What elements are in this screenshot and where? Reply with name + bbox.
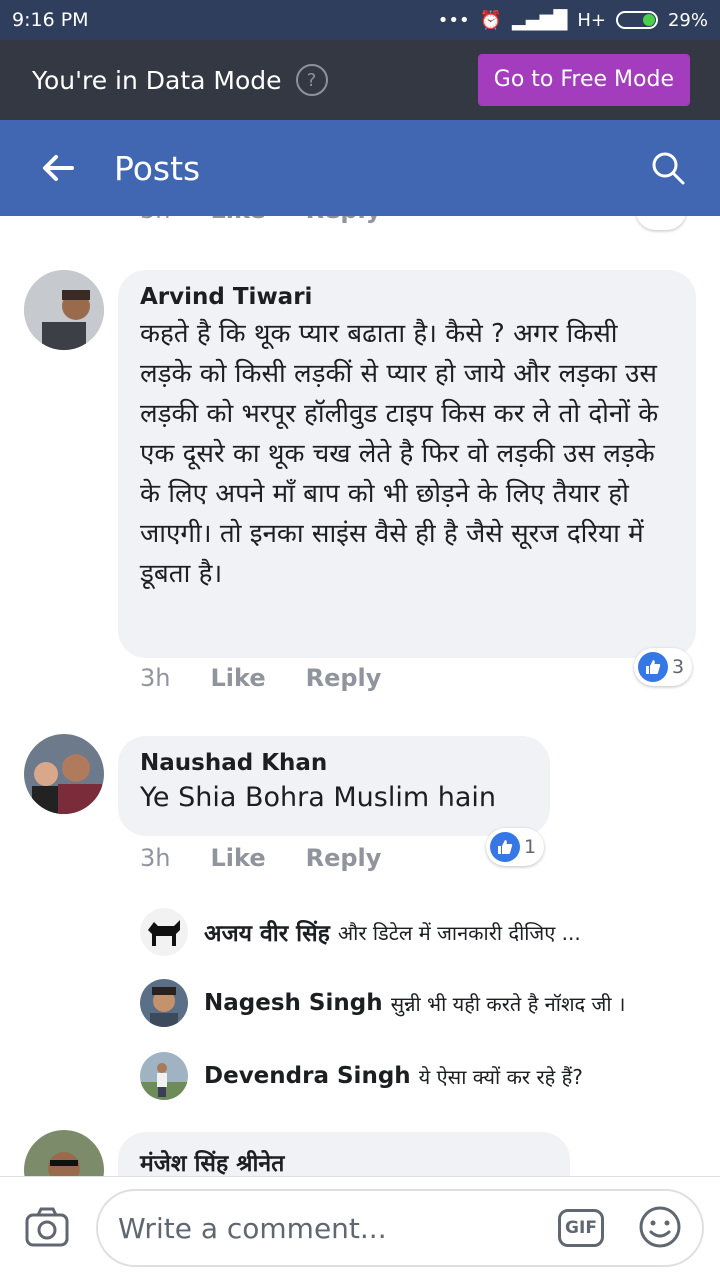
avatar-photo [24, 1130, 104, 1176]
page-title: Posts [114, 148, 201, 188]
reply-author[interactable]: अजय वीर सिंह [204, 916, 330, 948]
network-type: H+ [577, 9, 606, 31]
comment-text: कहते है कि थूक प्यार बढाता है। कैसे ? अग… [140, 319, 659, 589]
comment-time: 3h [140, 664, 171, 692]
comment-time: 3h [140, 844, 171, 872]
avatar-photo [24, 270, 104, 350]
reply-link[interactable]: Reply [306, 216, 382, 224]
like-icon [638, 652, 668, 682]
reply-author[interactable]: Devendra Singh [204, 1063, 411, 1089]
back-arrow-icon[interactable] [38, 148, 78, 188]
comment-meta: 3h Like Reply [140, 664, 381, 692]
avatar[interactable] [24, 1130, 104, 1176]
comment-author[interactable]: Arvind Tiwari [140, 284, 672, 310]
more-dots-icon: ••• [437, 9, 470, 31]
status-time: 9:16 PM [12, 9, 89, 31]
comment-input-placeholder: Write a comment... [118, 1211, 387, 1245]
reaction-badge[interactable]: 3 [634, 648, 693, 686]
reply-item[interactable]: Nagesh Singh सुन्नी भी यही करते है नॉशद … [140, 979, 700, 1027]
reply-item[interactable]: अजय वीर सिंह और डिटेल में जानकारी दीजिए … [140, 908, 700, 956]
comment-bubble[interactable]: Naushad Khan Ye Shia Bohra Muslim hain [118, 736, 550, 836]
camera-icon[interactable] [24, 1205, 70, 1249]
go-to-free-mode-button[interactable]: Go to Free Mode [477, 54, 690, 106]
reply-text: सुन्नी भी यही करते है नॉशद जी । [390, 991, 626, 1016]
help-icon[interactable]: ? [295, 64, 328, 96]
gif-icon[interactable]: GIF [558, 1209, 604, 1247]
comment-input[interactable]: Write a comment... GIF [96, 1189, 704, 1267]
emoji-icon[interactable] [638, 1205, 682, 1249]
comment-bubble[interactable]: Arvind Tiwari कहते है कि थूक प्यार बढाता… [118, 270, 696, 658]
status-icons: ••• ⏰ ▂▄▆█ H+ 29% [438, 10, 708, 31]
battery-icon [615, 11, 658, 29]
data-mode-text: You're in Data Mode [32, 65, 282, 95]
comment-author[interactable]: मंजेश सिंह श्रीनेत [140, 1146, 546, 1176]
search-icon[interactable] [648, 148, 688, 188]
comment-text: Ye Shia Bohra Muslim hain [140, 782, 496, 813]
reaction-badge[interactable] [636, 216, 686, 230]
comment-time: 3h [140, 216, 170, 224]
reaction-count: 1 [524, 836, 537, 858]
reply-item[interactable]: Devendra Singh ये ऐसा क्यों कर रहे हैं? [140, 1052, 700, 1100]
data-mode-bar: You're in Data Mode ? Go to Free Mode [0, 40, 720, 120]
comment-meta: 3h Like Reply [140, 844, 381, 872]
like-link[interactable]: Like [210, 664, 265, 692]
avatar[interactable] [24, 734, 104, 814]
reply-text: और डिटेल में जानकारी दीजिए ... [337, 920, 581, 945]
comment-composer: Write a comment... GIF [0, 1176, 720, 1280]
reaction-badge[interactable]: 1 [486, 828, 545, 866]
battery-level: 29% [667, 9, 708, 31]
reply-author[interactable]: Nagesh Singh [204, 990, 383, 1016]
avatar[interactable] [24, 270, 104, 350]
like-icon [490, 832, 520, 862]
reply-link[interactable]: Reply [306, 844, 382, 872]
previous-comment-meta: 3h Like Reply [140, 216, 381, 224]
reply-link[interactable]: Reply [306, 664, 382, 692]
reply-avatar [140, 908, 188, 956]
reply-avatar [140, 979, 188, 1027]
app-bar: Posts [0, 120, 720, 216]
reply-avatar [140, 1052, 188, 1100]
comment-bubble[interactable]: मंजेश सिंह श्रीनेत [118, 1132, 570, 1176]
like-link[interactable]: Like [210, 844, 265, 872]
status-bar: 9:16 PM ••• ⏰ ▂▄▆█ H+ 29% [0, 0, 720, 40]
reply-text: ये ऐसा क्यों कर रहे हैं? [418, 1064, 583, 1089]
comment-author[interactable]: Naushad Khan [140, 750, 526, 776]
signal-icon: ▂▄▆█ [511, 9, 568, 31]
reaction-count: 3 [672, 656, 685, 678]
alarm-icon: ⏰ [479, 9, 502, 31]
like-link[interactable]: Like [210, 216, 265, 224]
comments-list[interactable]: 3h Like Reply Arvind Tiwari कहते है कि थ… [0, 216, 720, 1176]
avatar-photo [24, 734, 104, 814]
